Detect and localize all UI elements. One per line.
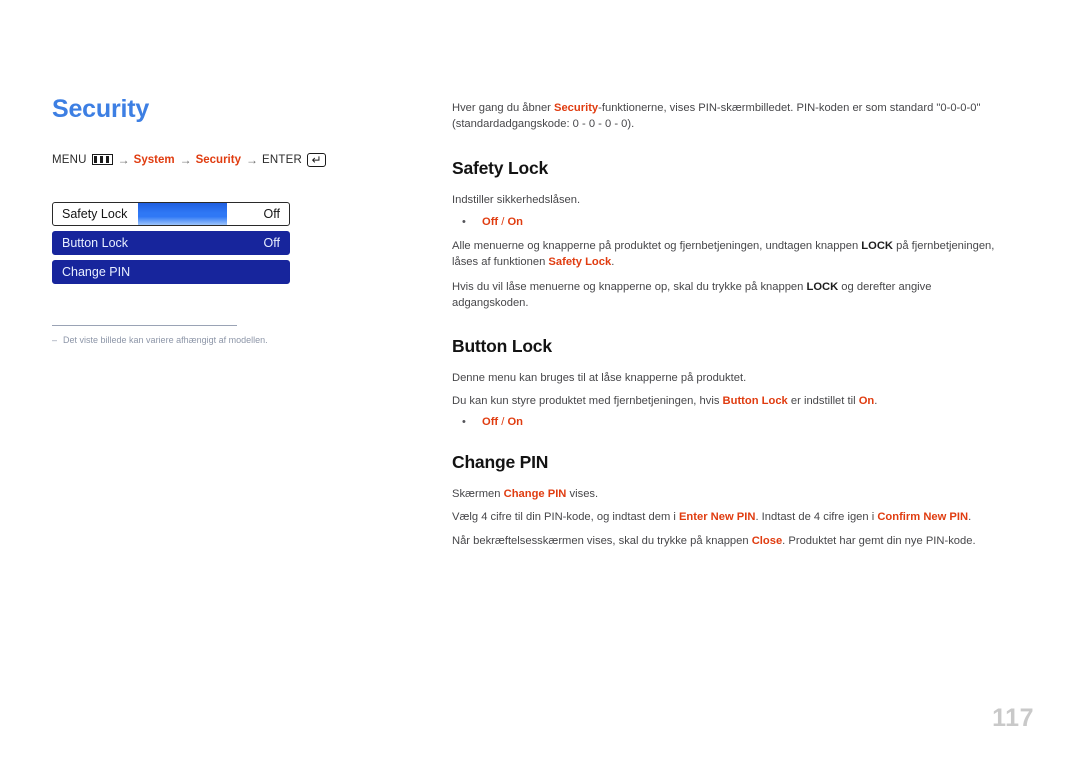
sl-p3-bold-lock: LOCK <box>806 281 839 294</box>
cp-p3-text-1: Når bekræftelsesskærmen vises, skal du t… <box>452 534 752 547</box>
osd-row-safety-lock[interactable]: Safety Lock Off <box>52 201 290 226</box>
change-pin-paragraph-3: Når bekræftelsesskærmen vises, skal du t… <box>452 533 997 549</box>
cp-p2-accent-confirm-new-pin: Confirm New PIN <box>877 511 969 524</box>
bullet-dot-icon: • <box>462 416 466 429</box>
bl-p2-accent-on: On <box>858 394 875 407</box>
sl-p2-accent-safety-lock: Safety Lock <box>548 255 612 268</box>
bl-p2-text-3: . <box>874 394 878 407</box>
safety-lock-paragraph-3: Hvis du vil låse menuerne og knapperne o… <box>452 279 997 311</box>
right-column: Hver gang du åbner Security-funktionerne… <box>452 100 997 556</box>
osd-row-button-lock[interactable]: Button Lock Off <box>52 230 290 255</box>
footnote-dash: – <box>52 334 58 345</box>
change-pin-paragraph-1: Skærmen Change PIN vises. <box>452 486 997 502</box>
menu-path-breadcrumb: MENU → System → Security → ENTER ↵ <box>52 152 412 167</box>
osd-row-label: Change PIN <box>62 264 131 279</box>
footnote-divider <box>52 324 237 326</box>
cp-p2-text-3: . <box>968 511 972 524</box>
osd-row-value: Off <box>263 206 280 221</box>
cp-p3-text-2: . Produktet har gemt din nye PIN-kode. <box>782 534 976 547</box>
bl-p2-text-1: Du kan kun styre produktet med fjernbetj… <box>452 394 723 407</box>
footnote: – Det viste billede kan variere afhængig… <box>52 335 412 347</box>
osd-menu-mock: Safety Lock Off Button Lock Off Change P… <box>52 201 290 284</box>
intro-text-1: Hver gang du åbner <box>452 102 554 114</box>
button-lock-options: • Off / On <box>452 416 997 428</box>
path-step-system: System <box>133 153 175 166</box>
bullet-label: Off / On <box>482 216 523 228</box>
osd-row-label: Button Lock <box>62 235 129 250</box>
bullet-dot-icon: • <box>462 215 466 228</box>
button-lock-description: Denne menu kan bruges til at låse knappe… <box>452 371 747 384</box>
intro-accent-security: Security <box>554 102 599 114</box>
option-on: On <box>507 215 524 228</box>
section-heading-safety-lock: Safety Lock <box>452 158 549 179</box>
path-arrow-1: → <box>117 152 130 167</box>
path-arrow-2: → <box>179 152 192 167</box>
enter-return-icon: ↵ <box>306 152 326 167</box>
sl-p2-text-1: Alle menuerne og knapperne på produktet … <box>452 239 862 252</box>
left-column: Security MENU → System → Security → ENTE… <box>52 95 412 347</box>
footnote-text: Det viste billede kan variere afhængigt … <box>63 334 268 345</box>
safety-lock-options: • Off / On <box>452 216 997 228</box>
menu-bars-icon <box>91 154 113 165</box>
page-number: 117 <box>992 704 1034 732</box>
cp-p1-text-1: Skærmen <box>452 488 504 501</box>
enter-arrow-glyph: ↵ <box>311 152 322 167</box>
bullet-label: Off / On <box>482 416 523 428</box>
menu-label: MENU <box>52 153 87 166</box>
cp-p2-accent-enter-new-pin: Enter New PIN <box>678 511 756 524</box>
osd-row-change-pin[interactable]: Change PIN <box>52 259 290 284</box>
safety-lock-description: Indstiller sikkerhedslåsen. <box>452 194 581 207</box>
intro-paragraph: Hver gang du åbner Security-funktionerne… <box>452 100 997 132</box>
option-off: Off <box>482 215 499 228</box>
bl-p2-text-2: er indstillet til <box>787 394 859 407</box>
section-heading-change-pin: Change PIN <box>452 452 549 473</box>
cp-p3-accent-close: Close <box>751 534 783 547</box>
path-step-security: Security <box>195 153 241 166</box>
option-off: Off <box>482 416 499 429</box>
sl-p2-bold-lock: LOCK <box>861 239 893 252</box>
osd-row-value: Off <box>263 235 280 250</box>
path-arrow-3: → <box>245 152 258 167</box>
bl-p2-accent-button-lock: Button Lock <box>722 394 788 407</box>
section-heading-button-lock: Button Lock <box>452 335 552 356</box>
cp-p2-text-1: Vælg 4 cifre til din PIN-kode, og indtas… <box>452 511 679 524</box>
osd-highlight-bar <box>138 202 227 225</box>
change-pin-paragraph-2: Vælg 4 cifre til din PIN-kode, og indtas… <box>452 509 997 525</box>
option-on: On <box>507 416 524 429</box>
cp-p1-accent-change-pin: Change PIN <box>503 488 567 501</box>
safety-lock-paragraph-2: Alle menuerne og knapperne på produktet … <box>452 238 997 270</box>
enter-label: ENTER <box>261 153 302 166</box>
cp-p1-text-2: vises. <box>566 488 599 501</box>
sl-p3-text-1: Hvis du vil låse menuerne og knapperne o… <box>452 281 807 294</box>
page-title: Security <box>52 95 150 123</box>
sl-p2-text-3: . <box>611 255 615 268</box>
osd-row-label: Safety Lock <box>62 206 128 221</box>
cp-p2-text-2: . Indtast de 4 cifre igen i <box>755 511 878 524</box>
button-lock-paragraph-2: Du kan kun styre produktet med fjernbetj… <box>452 393 997 409</box>
